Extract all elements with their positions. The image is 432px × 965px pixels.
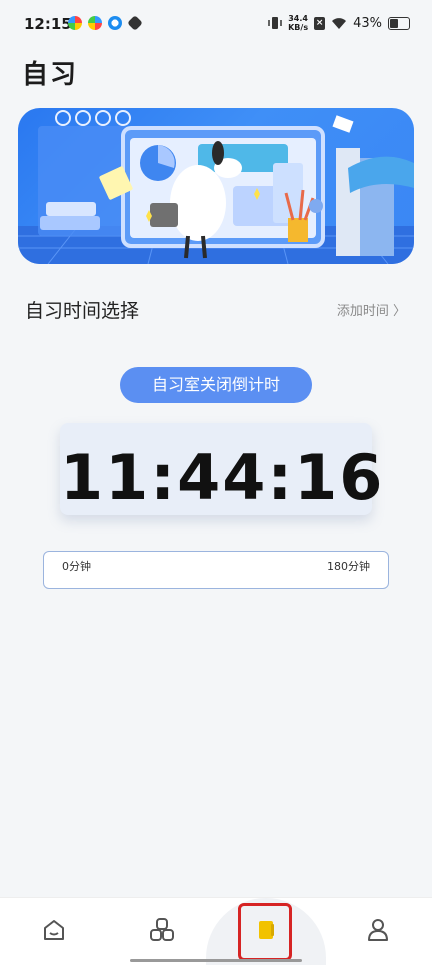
slider-max-label: 180分钟 — [327, 560, 370, 573]
page-title: 自习 — [22, 60, 79, 90]
app-notification-icon — [68, 16, 82, 30]
selection-highlight — [238, 903, 292, 961]
app-notification-icon — [127, 15, 143, 31]
vibrate-icon — [268, 17, 282, 29]
nav-home[interactable] — [40, 916, 68, 944]
bottom-nav — [0, 897, 432, 965]
notification-icons — [68, 15, 143, 31]
network-speed: 34.4 KB/s — [288, 14, 308, 32]
banner-illustration — [18, 108, 414, 264]
duration-slider[interactable]: 0分钟 180分钟 — [43, 551, 389, 589]
battery-percent: 43% — [353, 15, 382, 31]
apps-icon — [150, 918, 174, 941]
add-time-link[interactable]: 添加时间 〉 — [337, 300, 406, 319]
section-title: 自习时间选择 — [25, 300, 140, 322]
network-speed-value: 34.4 — [288, 14, 308, 23]
nav-profile[interactable] — [364, 916, 392, 944]
status-indicators: 34.4 KB/s × 43% — [268, 14, 410, 32]
home-icon — [44, 920, 64, 940]
status-time: 12:15 — [24, 15, 72, 33]
study-illustration — [18, 110, 414, 264]
no-sim-icon: × — [314, 16, 326, 30]
home-indicator — [130, 959, 302, 962]
countdown-timer: 11:44:16 — [60, 441, 385, 514]
battery-icon — [388, 16, 410, 30]
app-notification-icon — [108, 16, 122, 30]
countdown-label: 自习室关闭倒计时 — [120, 367, 312, 403]
countdown-timer-card: 11:44:16 — [60, 423, 382, 515]
nav-apps[interactable] — [148, 916, 176, 944]
status-bar: 12:15 34.4 KB/s × 43% — [0, 0, 432, 50]
profile-icon — [368, 919, 388, 941]
app-notification-icon — [88, 16, 102, 30]
network-speed-unit: KB/s — [288, 23, 309, 32]
wifi-icon — [332, 17, 347, 29]
slider-min-label: 0分钟 — [62, 560, 91, 573]
